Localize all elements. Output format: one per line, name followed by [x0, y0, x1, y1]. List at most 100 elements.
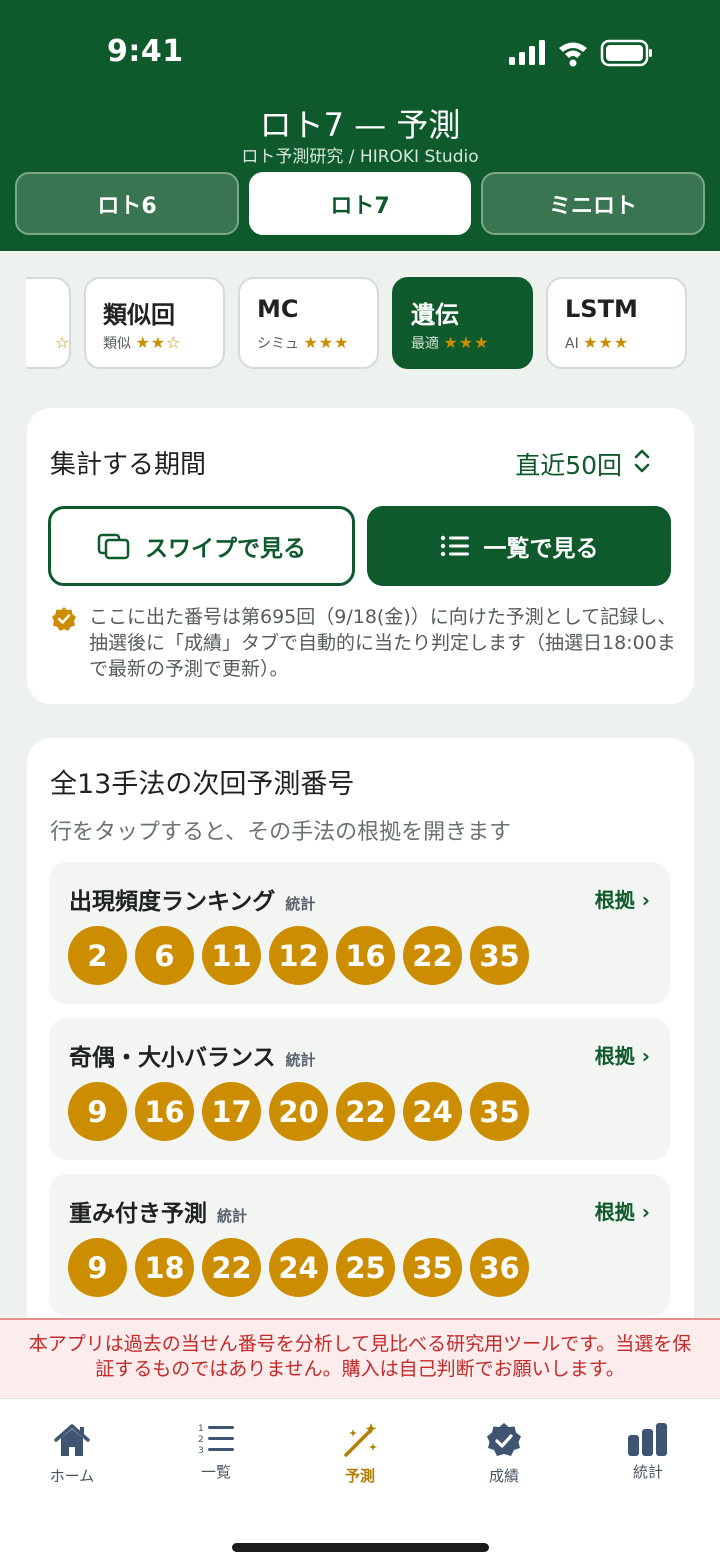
tab-label: ホーム: [49, 1467, 95, 1485]
number-ball: 24: [269, 1238, 328, 1297]
number-ball: 35: [470, 1082, 529, 1141]
prediction-row-weighted[interactable]: 重み付き予測 統計 根拠 › 9 18 22 24 25 35 36: [49, 1174, 670, 1316]
prediction-row-name: 奇偶・大小バランス: [69, 1045, 276, 1071]
cards-icon: [97, 533, 130, 560]
number-ball: 16: [135, 1082, 194, 1141]
method-chip-stars: ☆: [55, 333, 71, 352]
method-chip-sub: 最適: [411, 336, 439, 352]
number-ball: 9: [68, 1238, 127, 1297]
verified-badge-icon: [487, 1423, 521, 1456]
method-chip-sub: AI: [565, 336, 579, 352]
number-ball: 36: [470, 1238, 529, 1297]
status-icons: [509, 39, 652, 67]
tab-label: 成績: [488, 1467, 519, 1485]
period-card: 集計する期間 直近50回 スワイプで見る 一覧で見る ここに出た番号は第695回…: [27, 408, 694, 704]
predictions-card: 全13手法の次回予測番号 行をタップすると、その手法の根拠を開きます 出現頻度ラ…: [27, 738, 694, 1378]
number-ball: 11: [202, 926, 261, 985]
number-ball: 2: [68, 926, 127, 985]
predictions-title: 全13手法の次回予測番号: [50, 769, 355, 800]
rationale-link[interactable]: 根拠 ›: [595, 1040, 650, 1069]
number-ball: 20: [269, 1082, 328, 1141]
method-chip-similar[interactable]: 類似回 類似 ★★☆: [84, 277, 225, 369]
number-ball: 25: [336, 1238, 395, 1297]
list-icon: [440, 535, 469, 557]
method-chip-sub: シミュ: [257, 336, 299, 352]
method-chip-stars: ★★★: [443, 333, 490, 352]
method-chip-stars: ★★★: [583, 333, 630, 352]
number-ball: 6: [135, 926, 194, 985]
tab-label: 予測: [344, 1467, 375, 1485]
tab-label: 一覧: [200, 1463, 231, 1481]
prediction-row-name: 出現頻度ランキング: [69, 889, 276, 915]
tab-predict[interactable]: 予測: [310, 1421, 410, 1486]
number-ball: 16: [336, 926, 395, 985]
swipe-view-button[interactable]: スワイプで見る: [48, 506, 355, 586]
method-chip-stars: ★★★: [303, 333, 350, 352]
number-ball: 35: [403, 1238, 462, 1297]
verified-badge-icon: [52, 607, 76, 631]
number-ball: 18: [135, 1238, 194, 1297]
page-title: ロト7 — 予測: [259, 106, 461, 144]
period-label: 集計する期間: [50, 450, 207, 480]
page-subtitle: ロト予測研究 / HIROKI Studio: [241, 147, 479, 167]
bar-chart-icon: [628, 1423, 667, 1456]
svg-text:3: 3: [198, 1446, 204, 1456]
prediction-row-balance[interactable]: 奇偶・大小バランス 統計 根拠 › 9 16 17 20 22 24 35: [49, 1018, 670, 1160]
number-ball: 22: [403, 926, 462, 985]
method-chip-name: 類似回: [103, 301, 175, 329]
rationale-link[interactable]: 根拠 ›: [595, 884, 650, 913]
battery-icon: [600, 39, 652, 67]
wifi-icon: [559, 42, 587, 67]
number-ball: 9: [68, 1082, 127, 1141]
swipe-view-label: スワイプで見る: [145, 536, 306, 562]
method-chip-sub: 類似: [103, 336, 131, 352]
prediction-row-name: 重み付き予測: [69, 1201, 207, 1227]
cellular-signal-icon: [509, 40, 545, 65]
prediction-note: ここに出た番号は第695回（9/18(金)）に向けた予測として記録し、抽選後に「…: [89, 606, 677, 680]
disclaimer-banner: 本アプリは過去の当せん番号を分析して見比べる研究用ツールです。当選を保証するもの…: [0, 1318, 720, 1398]
method-chip-genetic[interactable]: 遺伝 最適 ★★★: [392, 277, 533, 369]
tab-label: 統計: [632, 1463, 663, 1481]
tab-home[interactable]: ホーム: [22, 1421, 122, 1486]
method-chip-lstm[interactable]: LSTM AI ★★★: [546, 277, 687, 369]
prediction-row-tag: 統計: [285, 1051, 316, 1069]
period-value: 直近50回: [515, 451, 622, 480]
svg-text:1: 1: [198, 1424, 204, 1434]
segment-loto7[interactable]: ロト7: [249, 172, 471, 235]
svg-text:2: 2: [198, 1435, 204, 1445]
number-balls: 2 6 11 12 16 22 35: [68, 926, 537, 985]
method-chip-stars: ★★☆: [135, 333, 182, 352]
home-indicator: [232, 1543, 489, 1552]
method-chip-mc[interactable]: MC シミュ ★★★: [238, 277, 379, 369]
number-ball: 22: [336, 1082, 395, 1141]
tab-results[interactable]: 成績: [454, 1421, 554, 1486]
number-balls: 9 18 22 24 25 35 36: [68, 1238, 537, 1297]
predictions-subtitle: 行をタップすると、その手法の根拠を開きます: [50, 820, 512, 845]
method-chip-name: LSTM: [565, 295, 638, 323]
segment-miniloto[interactable]: ミニロト: [481, 172, 705, 235]
list-view-button[interactable]: 一覧で見る: [367, 506, 671, 586]
method-chip-name: 遺伝: [411, 301, 459, 329]
home-icon: [54, 1424, 90, 1456]
prediction-row-frequency[interactable]: 出現頻度ランキング 統計 根拠 › 2 6 11 12 16 22 35: [49, 862, 670, 1004]
list-view-label: 一覧で見る: [483, 536, 599, 562]
method-chip-partial[interactable]: ☆: [26, 277, 71, 369]
period-select[interactable]: 直近50回: [515, 446, 622, 482]
magic-wand-icon: [344, 1423, 377, 1457]
rationale-link[interactable]: 根拠 ›: [595, 1196, 650, 1225]
method-chip-scroller[interactable]: ☆ 類似回 類似 ★★☆ MC シミュ ★★★ 遺伝 最適 ★★★ LSTM A…: [26, 276, 694, 372]
tab-stats[interactable]: 統計: [598, 1421, 698, 1482]
tab-list[interactable]: 1 2 3 一覧: [166, 1421, 266, 1482]
bottom-tab-bar: ホーム 1 2 3 一覧 予測 成績 統計: [0, 1398, 720, 1565]
status-time: 9:41: [107, 34, 184, 69]
prediction-row-tag: 統計: [217, 1207, 248, 1225]
list-numbered-icon: 1 2 3: [198, 1424, 234, 1456]
segment-loto6[interactable]: ロト6: [15, 172, 239, 235]
chevron-up-down-icon[interactable]: [634, 448, 650, 474]
method-chip-name: MC: [257, 295, 299, 323]
app-header: 9:41 ロト7 — 予測 ロト予測研究 / HIROKI Studio ロト6…: [0, 0, 720, 251]
number-ball: 17: [202, 1082, 261, 1141]
prediction-row-tag: 統計: [285, 895, 316, 913]
number-ball: 35: [470, 926, 529, 985]
number-ball: 24: [403, 1082, 462, 1141]
